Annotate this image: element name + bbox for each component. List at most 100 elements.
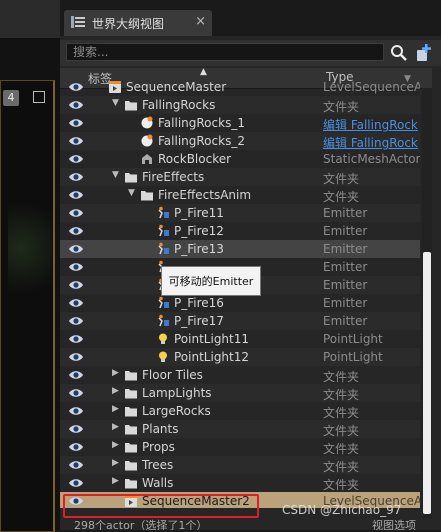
visibility-eye-icon[interactable] bbox=[68, 135, 84, 147]
row-label: SequenceMaster bbox=[126, 80, 227, 94]
outliner-row[interactable]: ▼ FireEffects 文件夹 bbox=[60, 168, 420, 186]
visibility-eye-icon[interactable] bbox=[68, 297, 84, 309]
visibility-eye-icon[interactable] bbox=[68, 351, 84, 363]
chevron-down-icon[interactable]: ▼ bbox=[112, 170, 119, 180]
row-type: StaticMeshActor bbox=[323, 152, 420, 166]
row-label: LampLights bbox=[142, 386, 212, 400]
row-type: Emitter bbox=[323, 260, 368, 274]
outliner-row[interactable]: PointLight11 PointLight bbox=[60, 330, 420, 348]
visibility-eye-icon[interactable] bbox=[68, 315, 84, 327]
view-options-button[interactable]: 视图选项 bbox=[372, 518, 416, 530]
visibility-eye-icon[interactable] bbox=[68, 225, 84, 237]
chevron-right-icon[interactable]: ▶ bbox=[112, 368, 119, 378]
folder-icon bbox=[124, 422, 138, 436]
visibility-eye-icon[interactable] bbox=[68, 333, 84, 345]
row-label: P_Fire16 bbox=[174, 296, 224, 310]
visibility-eye-icon[interactable] bbox=[68, 189, 84, 201]
visibility-eye-icon[interactable] bbox=[68, 441, 84, 453]
visibility-eye-icon[interactable] bbox=[68, 81, 84, 93]
search-icon[interactable] bbox=[390, 44, 408, 62]
chevron-right-icon[interactable]: ▶ bbox=[112, 386, 119, 396]
chevron-down-icon[interactable]: ▼ bbox=[128, 188, 135, 198]
visibility-eye-icon[interactable] bbox=[68, 423, 84, 435]
row-label: Trees bbox=[142, 458, 174, 472]
tab-world-outliner[interactable]: 世界大纲视图 × bbox=[64, 10, 212, 36]
level-viewport[interactable]: 4 bbox=[0, 0, 60, 532]
add-actor-icon[interactable] bbox=[414, 43, 434, 63]
search-input[interactable] bbox=[66, 43, 384, 61]
outliner-row[interactable]: P_Fire12 Emitter bbox=[60, 222, 420, 240]
row-type: 文件夹 bbox=[323, 406, 360, 420]
row-type: PointLight bbox=[323, 332, 383, 346]
outliner-row[interactable]: ▶ LargeRocks 文件夹 bbox=[60, 402, 420, 420]
outliner-row[interactable]: ▼ FireEffectsAnim 文件夹 bbox=[60, 186, 420, 204]
chevron-down-icon[interactable]: ▼ bbox=[112, 98, 119, 108]
row-label: Floor Tiles bbox=[142, 368, 203, 382]
chevron-right-icon[interactable]: ▶ bbox=[112, 404, 119, 414]
folder-icon bbox=[124, 368, 138, 382]
visibility-eye-icon[interactable] bbox=[68, 171, 84, 183]
visibility-eye-icon[interactable] bbox=[68, 117, 84, 129]
bulb-icon bbox=[156, 350, 170, 364]
row-label: RockBlocker bbox=[158, 152, 232, 166]
row-type: Emitter bbox=[323, 296, 368, 310]
visibility-eye-icon[interactable] bbox=[68, 477, 84, 489]
visibility-eye-icon[interactable] bbox=[68, 207, 84, 219]
outliner-row[interactable]: ▶ Props 文件夹 bbox=[60, 438, 420, 456]
row-type: Emitter bbox=[323, 206, 368, 220]
row-label: PointLight12 bbox=[174, 350, 250, 364]
row-type: LevelSequenceAct bbox=[323, 80, 420, 94]
outliner-row[interactable]: ▶ Plants 文件夹 bbox=[60, 420, 420, 438]
outliner-row[interactable]: ▶ Walls 文件夹 bbox=[60, 474, 420, 492]
annotation-highlight-box bbox=[63, 494, 259, 518]
row-label: Walls bbox=[142, 476, 174, 490]
folder-icon bbox=[124, 386, 138, 400]
visibility-eye-icon[interactable] bbox=[68, 261, 84, 273]
outliner-row[interactable]: SequenceMaster LevelSequenceAct bbox=[60, 78, 420, 96]
outliner-row[interactable]: RockBlocker StaticMeshActor bbox=[60, 150, 420, 168]
visibility-eye-icon[interactable] bbox=[68, 153, 84, 165]
status-footer: 298个actor（选择了1个） 视图选项 bbox=[60, 518, 441, 530]
close-icon[interactable]: × bbox=[195, 14, 206, 29]
folder-icon bbox=[124, 458, 138, 472]
search-row bbox=[60, 40, 441, 66]
visibility-eye-icon[interactable] bbox=[68, 369, 84, 381]
row-type: Emitter bbox=[323, 224, 368, 238]
visibility-eye-icon[interactable] bbox=[68, 243, 84, 255]
visibility-eye-icon[interactable] bbox=[68, 459, 84, 471]
row-type: 文件夹 bbox=[323, 478, 360, 492]
outliner-row[interactable]: PointLight12 PointLight bbox=[60, 348, 420, 366]
sphere-icon bbox=[140, 134, 154, 148]
outliner-row[interactable]: ▶ Trees 文件夹 bbox=[60, 456, 420, 474]
outliner-row[interactable]: FallingRocks_1 编辑 FallingRock bbox=[60, 114, 420, 132]
viewport-number-badge[interactable]: 4 bbox=[3, 90, 19, 106]
outliner-row[interactable]: P_Fire13 Emitter bbox=[60, 240, 420, 258]
scrollbar[interactable] bbox=[422, 88, 432, 518]
visibility-eye-icon[interactable] bbox=[68, 405, 84, 417]
folder-icon bbox=[140, 188, 154, 202]
outliner-row[interactable]: ▶ Floor Tiles 文件夹 bbox=[60, 366, 420, 384]
outliner-row[interactable]: P_Fire17 Emitter bbox=[60, 312, 420, 330]
outliner-row[interactable]: FallingRocks_2 编辑 FallingRock bbox=[60, 132, 420, 150]
chevron-right-icon[interactable]: ▶ bbox=[112, 422, 119, 432]
outliner-row[interactable]: ▼ FallingRocks 文件夹 bbox=[60, 96, 420, 114]
chevron-right-icon[interactable]: ▶ bbox=[112, 476, 119, 486]
chevron-right-icon[interactable]: ▶ bbox=[112, 440, 119, 450]
outliner-row[interactable]: ▶ LampLights 文件夹 bbox=[60, 384, 420, 402]
scrollbar-thumb[interactable] bbox=[423, 252, 431, 514]
viewport-maximize-icon[interactable] bbox=[33, 91, 45, 103]
tab-bar: 世界大纲视图 × bbox=[60, 8, 441, 36]
row-type: Emitter bbox=[323, 278, 368, 292]
row-type-link[interactable]: 编辑 FallingRock bbox=[323, 134, 420, 151]
visibility-eye-icon[interactable] bbox=[68, 387, 84, 399]
chevron-right-icon[interactable]: ▶ bbox=[112, 458, 119, 468]
outliner-row[interactable]: P_Fire11 Emitter bbox=[60, 204, 420, 222]
visibility-eye-icon[interactable] bbox=[68, 279, 84, 291]
row-type: 文件夹 bbox=[323, 442, 360, 456]
row-type: 文件夹 bbox=[323, 388, 360, 402]
row-label: PointLight11 bbox=[174, 332, 250, 346]
row-type-link[interactable]: 编辑 FallingRock bbox=[323, 116, 420, 133]
sort-ascending-icon[interactable]: ▲ bbox=[200, 67, 207, 77]
visibility-eye-icon[interactable] bbox=[68, 99, 84, 111]
row-type: PointLight bbox=[323, 350, 383, 364]
